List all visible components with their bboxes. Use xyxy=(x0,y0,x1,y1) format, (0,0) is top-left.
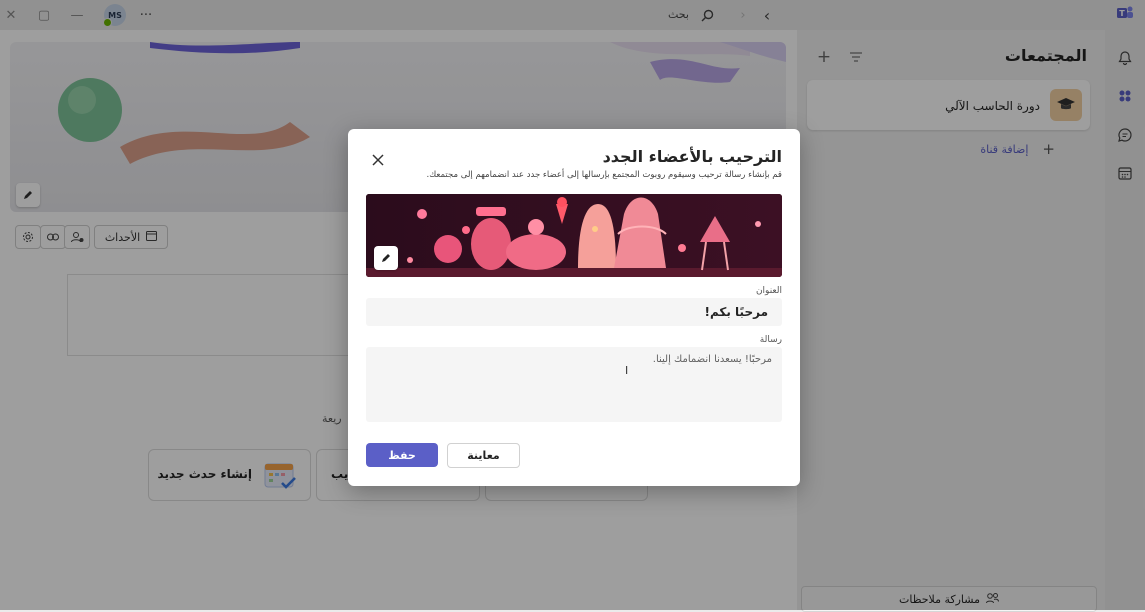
title-field-value: مرحبًا بكم! xyxy=(704,305,769,319)
save-button[interactable]: حفظ xyxy=(366,443,438,467)
welcome-illustration xyxy=(366,194,782,277)
close-icon[interactable] xyxy=(370,152,386,168)
title-field-label: العنوان xyxy=(755,286,782,296)
preview-button[interactable]: معاينة xyxy=(447,443,520,468)
edit-image-button[interactable] xyxy=(374,246,398,270)
message-field-label: رسالة xyxy=(759,335,782,345)
dialog-subtitle: قم بإنشاء رسالة ترحيب وسيقوم روبوت المجت… xyxy=(426,170,782,180)
title-field[interactable]: مرحبًا بكم! xyxy=(366,298,782,326)
message-field[interactable]: مرحبًا! يسعدنا انضمامك إلينا. I xyxy=(366,347,782,422)
text-cursor-icon: I xyxy=(625,364,629,377)
dialog-title: الترحيب بالأعضاء الجدد xyxy=(602,147,782,166)
welcome-image xyxy=(366,194,782,277)
welcome-dialog: الترحيب بالأعضاء الجدد قم بإنشاء رسالة ت… xyxy=(348,129,800,486)
message-field-value: مرحبًا! يسعدنا انضمامك إلينا. xyxy=(652,354,772,365)
